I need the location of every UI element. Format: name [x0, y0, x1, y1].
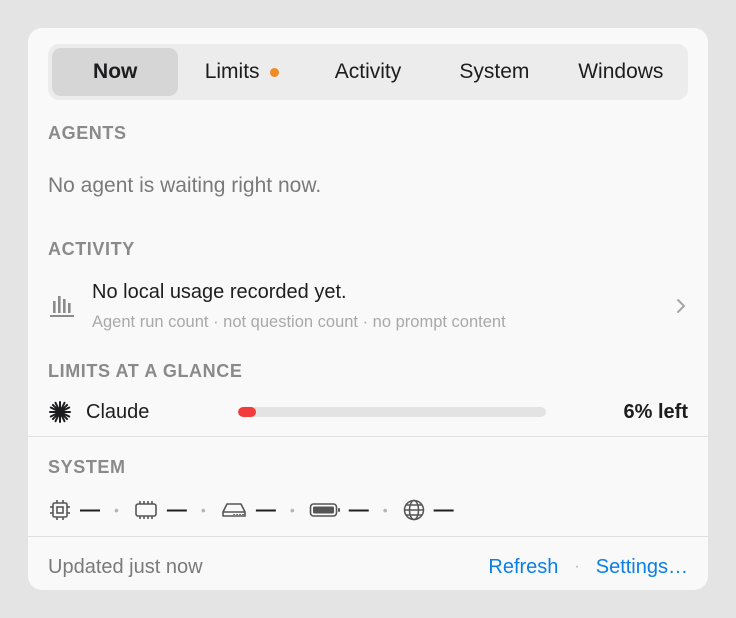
- bar-chart-icon: [48, 293, 76, 319]
- cpu-value: —: [80, 498, 100, 521]
- battery-value: —: [348, 498, 369, 521]
- system-item-cpu: —: [48, 498, 100, 522]
- notification-dot-icon: [269, 67, 279, 77]
- tab-label: Limits: [204, 60, 260, 83]
- system-item-memory: —: [133, 498, 187, 522]
- tab-system[interactable]: System: [431, 48, 557, 96]
- memory-value: —: [166, 498, 187, 521]
- footer-links: Refresh · Settings…: [488, 556, 688, 579]
- settings-button[interactable]: Settings…: [596, 556, 688, 579]
- disk-value: —: [255, 498, 276, 521]
- tab-label: Activity: [334, 60, 402, 83]
- limit-progress-fill: [238, 407, 257, 417]
- tab-limits[interactable]: Limits: [178, 48, 304, 96]
- activity-section-title: ACTIVITY: [48, 239, 135, 259]
- activity-text: No local usage recorded yet. Agent run c…: [92, 281, 674, 332]
- memory-icon: [133, 498, 159, 522]
- claude-starburst-icon: [48, 400, 72, 424]
- separator-dot: ·: [574, 558, 580, 575]
- menubar-popover: Now Limits Activity System Windows AGENT…: [28, 28, 708, 590]
- disk-icon: [220, 498, 248, 522]
- limit-name: Claude: [86, 400, 150, 423]
- tab-bar: Now Limits Activity System Windows: [48, 44, 688, 100]
- network-globe-icon: [402, 498, 426, 522]
- divider: [28, 436, 708, 437]
- limit-progress-bar: [238, 407, 546, 417]
- limit-row-claude: Claude 6% left: [48, 396, 688, 428]
- separator-dot: •: [200, 502, 206, 518]
- footer: Updated just now Refresh · Settings…: [48, 552, 688, 582]
- separator-dot: •: [114, 502, 119, 518]
- tab-label: Windows: [578, 60, 664, 83]
- separator-dot: •: [382, 502, 388, 518]
- system-section-title: SYSTEM: [48, 457, 126, 477]
- activity-primary-text: No local usage recorded yet.: [92, 280, 347, 303]
- tab-now[interactable]: Now: [52, 48, 179, 96]
- activity-row[interactable]: No local usage recorded yet. Agent run c…: [48, 276, 688, 336]
- divider: [28, 536, 708, 537]
- system-item-disk: —: [220, 498, 276, 522]
- agents-section-title: AGENTS: [48, 123, 127, 143]
- agents-empty-text: No agent is waiting right now.: [48, 174, 322, 197]
- limits-section-title: LIMITS AT A GLANCE: [48, 361, 243, 381]
- tab-label: Now: [93, 60, 138, 83]
- activity-secondary-text: Agent run count · not question count · n…: [92, 312, 506, 331]
- system-item-battery: —: [309, 498, 369, 522]
- tab-windows[interactable]: Windows: [558, 48, 684, 96]
- updated-status-text: Updated just now: [48, 555, 203, 578]
- limit-remaining-text: 6% left: [623, 400, 688, 423]
- separator-dot: •: [289, 502, 295, 518]
- system-item-network: —: [402, 498, 454, 522]
- chevron-right-icon: [674, 296, 688, 316]
- tab-label: System: [459, 60, 530, 83]
- cpu-chip-icon: [48, 498, 72, 522]
- battery-icon: [309, 498, 341, 522]
- network-value: —: [433, 498, 454, 521]
- refresh-button[interactable]: Refresh: [488, 556, 558, 579]
- tab-activity[interactable]: Activity: [305, 48, 431, 96]
- system-metrics-row: — • — • — • — • —: [48, 496, 454, 524]
